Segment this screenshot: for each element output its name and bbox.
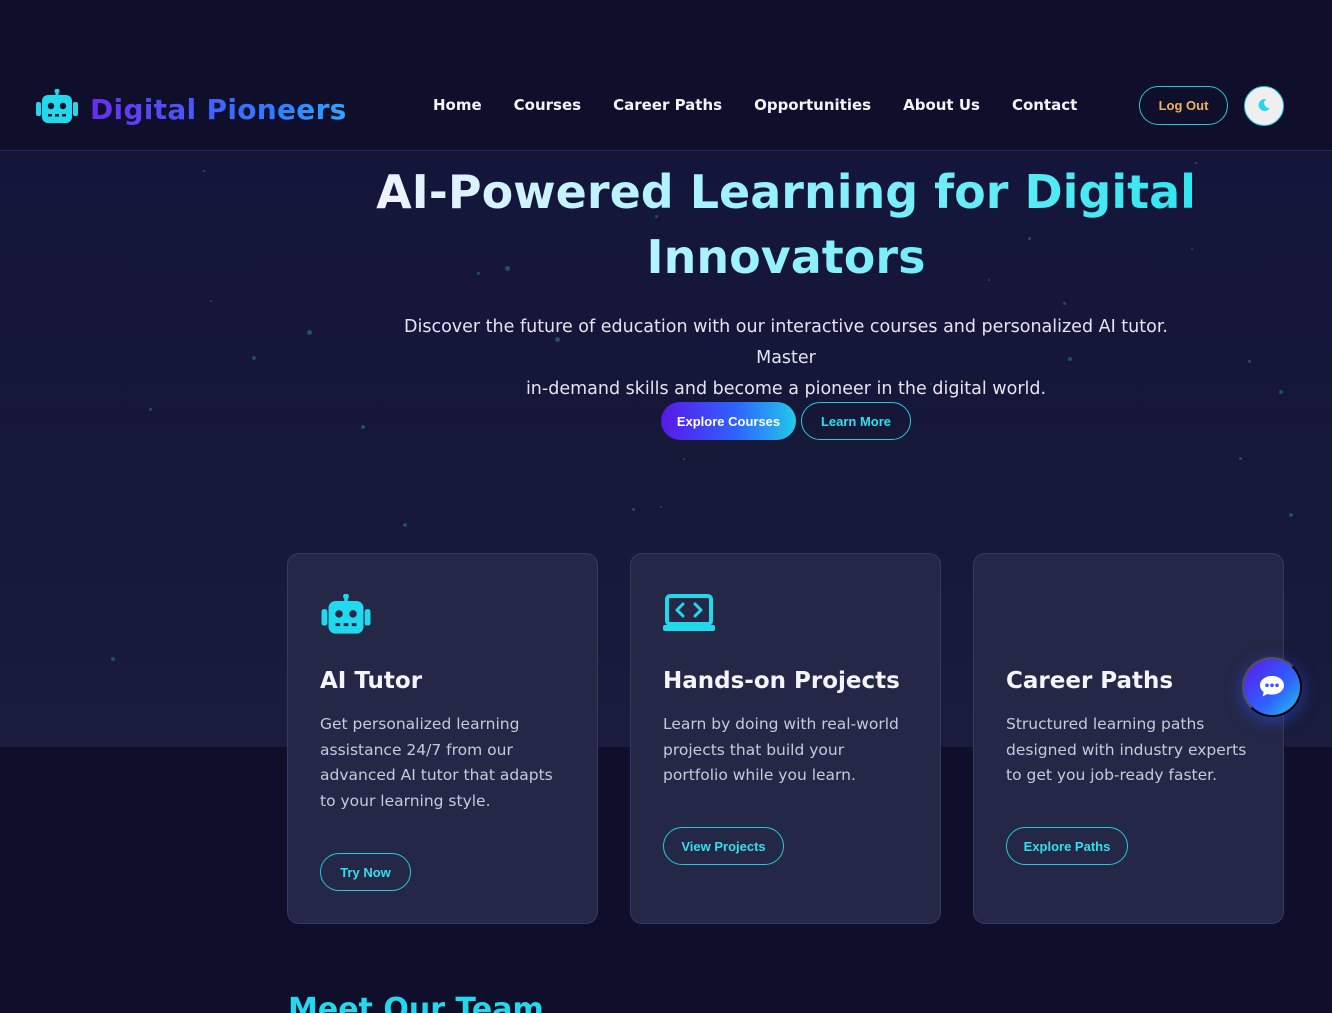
- robot-icon: [320, 593, 372, 640]
- nav-item-opportunities[interactable]: Opportunities: [754, 96, 871, 114]
- feature-title: Career Paths: [1006, 668, 1174, 694]
- nav-item-about-us[interactable]: About Us: [903, 96, 980, 114]
- hero-subtitle: Discover the future of education with ou…: [376, 312, 1196, 405]
- feature-card-ai-tutor: AI Tutor Get personalized learning assis…: [287, 553, 598, 924]
- hero-subtitle-line1: Discover the future of education with ou…: [404, 317, 1168, 368]
- nav-item-home[interactable]: Home: [433, 96, 482, 114]
- nav-item-career-paths[interactable]: Career Paths: [613, 96, 722, 114]
- feature-description: Get personalized learning assistance 24/…: [320, 715, 553, 810]
- feature-card-hands-on-projects: Hands-on Projects Learn by doing with re…: [630, 553, 941, 924]
- explore-paths-button[interactable]: Explore Paths: [1006, 827, 1128, 865]
- main-nav: Home Courses Career Paths Opportunities …: [433, 96, 1077, 114]
- laptop-code-icon: [663, 594, 715, 638]
- robot-icon: [36, 88, 78, 129]
- feature-description: Structured learning paths designed with …: [1006, 715, 1247, 784]
- learn-more-button[interactable]: Learn More: [801, 402, 911, 440]
- nav-item-contact[interactable]: Contact: [1012, 96, 1077, 114]
- explore-courses-button[interactable]: Explore Courses: [661, 402, 796, 440]
- chat-button[interactable]: [1242, 657, 1302, 717]
- brand-logo[interactable]: Digital Pioneers: [36, 88, 347, 129]
- feature-title: AI Tutor: [320, 668, 423, 694]
- site-header: Digital Pioneers Home Courses Career Pat…: [0, 62, 1332, 151]
- logout-button[interactable]: Log Out: [1139, 86, 1228, 125]
- feature-title: Hands-on Projects: [663, 668, 900, 694]
- team-section-heading: Meet Our Team: [288, 992, 544, 1013]
- nav-item-courses[interactable]: Courses: [514, 96, 581, 114]
- feature-description: Learn by doing with real-world projects …: [663, 715, 899, 784]
- brand-name: Digital Pioneers: [90, 92, 347, 126]
- hero-title-line1: AI-Powered Learning for Digital: [376, 165, 1196, 219]
- hero-title: AI-Powered Learning for Digital Innovato…: [366, 160, 1206, 290]
- theme-toggle-button[interactable]: [1244, 86, 1284, 126]
- try-now-button[interactable]: Try Now: [320, 853, 411, 891]
- chat-bubble-icon: [1259, 674, 1285, 701]
- hero-actions: Explore Courses Learn More: [661, 402, 911, 440]
- view-projects-button[interactable]: View Projects: [663, 827, 784, 865]
- moon-icon: [1257, 98, 1271, 115]
- hero-subtitle-line2: in-demand skills and become a pioneer in…: [525, 379, 1047, 399]
- hero-title-line2: Innovators: [646, 230, 926, 284]
- feature-card-career-paths: Career Paths Structured learning paths d…: [973, 553, 1284, 924]
